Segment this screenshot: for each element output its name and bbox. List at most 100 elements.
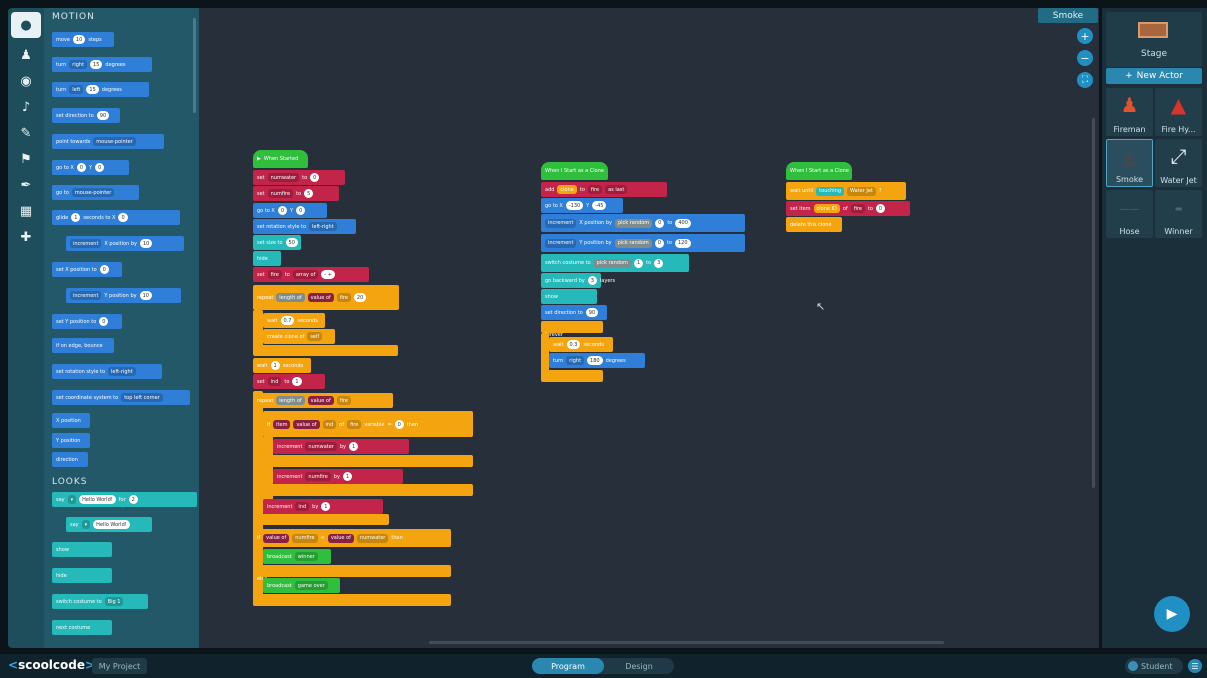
if-else <box>263 455 473 467</box>
actor-water-jet[interactable]: ⤢ Water Jet <box>1155 139 1202 187</box>
clone-hat-2[interactable]: When I Start as a Clone <box>786 162 852 180</box>
when-started-hat[interactable]: ▶ When Started <box>253 150 308 168</box>
hamburger-menu-icon[interactable]: ☰ <box>1188 659 1202 673</box>
repeat2-header[interactable]: repeat length of value of fire <box>253 393 393 408</box>
palette-block-bounce[interactable]: if on edge, bounce <box>52 338 114 353</box>
stage-label: Stage <box>1140 49 1167 59</box>
if-condition: if item value of ind of fire variable = 0 then <box>263 417 473 432</box>
repeat-header: repeat length of value of fire 20 <box>253 290 399 305</box>
palette-block-show[interactable]: show <box>52 542 112 557</box>
wait-0.3-block[interactable]: wait 0.3 seconds <box>549 337 613 352</box>
if-numfire-less-than-numwater[interactable]: if value of numfire < value of numwater then <box>253 529 451 547</box>
hide-block[interactable]: hide <box>253 251 281 266</box>
clone-hat-1[interactable]: When I Start as a Clone <box>541 162 608 180</box>
palette-block-say-for[interactable]: say ▾ Hello World! for 2 <box>52 492 197 507</box>
user-menu[interactable]: Student <box>1125 658 1183 674</box>
increment-x-random-block[interactable]: increment X position by pick random 0 to 400 <box>541 214 745 232</box>
workspace-vertical-scrollbar[interactable] <box>1092 118 1095 488</box>
delete-this-clone-block[interactable]: delete this clone <box>786 217 842 232</box>
storage-icon[interactable]: ▦ <box>8 198 44 224</box>
new-actor-button[interactable]: + New Actor <box>1106 68 1202 84</box>
palette-block-set-y[interactable]: set Y position to 0 <box>52 314 122 329</box>
switch-costume-random-block[interactable]: switch costume to pick random 1 to 3 <box>541 254 689 272</box>
create-clone-block[interactable]: create clone of self <box>263 329 335 344</box>
fireman-icon: ♟ <box>1120 93 1139 117</box>
project-name-field[interactable]: My Project <box>92 658 147 674</box>
forever-arm <box>541 333 549 373</box>
actor-fireman[interactable]: ♟ Fireman <box>1106 88 1153 136</box>
broadcast-winner-block[interactable]: broadcast winner <box>263 549 331 564</box>
palette-block-increment-x[interactable]: increment X position by 10 <box>66 236 184 251</box>
actor-fire-hydrant[interactable]: ▲ Fire Hy... <box>1155 88 1202 136</box>
show-block[interactable]: show <box>541 289 597 304</box>
actor-smoke[interactable]: ▲ Smoke <box>1106 139 1153 187</box>
set-ind-block[interactable]: set ind to 1 <box>253 374 325 389</box>
palette-block-turn-right[interactable]: turn right 15 degrees <box>52 57 152 72</box>
fit-screen-icon[interactable]: ⛶ <box>1077 72 1093 88</box>
go-backward-block[interactable]: go backward by 3 layers <box>541 273 615 288</box>
palette-block-go-to[interactable]: go to mouse-pointer <box>52 185 139 200</box>
eye-icon[interactable]: ◉ <box>8 68 44 94</box>
set-numwater-block[interactable]: set numwater to 0 <box>253 170 345 185</box>
set-rotation-style-block[interactable]: set rotation style to left-right <box>253 219 356 234</box>
palette-block-say[interactable]: say ▾ Hello World! <box>66 517 152 532</box>
increment-numwater-block[interactable]: increment numwater by 1 <box>273 439 409 454</box>
design-mode-tab[interactable]: Design <box>604 658 674 674</box>
increment-ind-block[interactable]: increment ind by 1 <box>263 499 383 514</box>
play-button[interactable]: ▶ <box>1154 596 1190 632</box>
mode-switch: Program Design <box>532 658 674 674</box>
forever-block[interactable]: forever <box>541 321 603 338</box>
looks-header: LOOKS <box>52 477 88 487</box>
palette-block-switch-costume[interactable]: switch costume to Big 1 <box>52 594 148 609</box>
palette-block-rotation-style[interactable]: set rotation style to left-right <box>52 364 162 379</box>
wait-block[interactable]: wait 0.7 seconds <box>263 313 325 328</box>
set-fire-array-block[interactable]: set fire to array of - + <box>253 267 369 282</box>
wait-until-touching-block[interactable]: wait until touching Water Jet? <box>786 182 906 200</box>
palette-icon[interactable]: ● <box>11 12 41 38</box>
increment-y-random-block[interactable]: increment Y position by pick random 0 to 120 <box>541 234 745 252</box>
go-to-xy-block[interactable]: go to X0Y0 <box>253 203 327 218</box>
turn-right-180-block[interactable]: turn right 180 degrees <box>549 353 645 368</box>
palette-block-glide[interactable]: glide 1 seconds to X0 <box>52 210 180 225</box>
scoolcode-logo[interactable]: <scoolcode> <box>8 658 95 672</box>
event-icon[interactable]: ⚑ <box>8 146 44 172</box>
palette-block-set-direction[interactable]: set direction to 90 <box>52 108 120 123</box>
plus-icon[interactable]: ✚ <box>8 224 44 250</box>
palette-block-coordinate-system[interactable]: set coordinate system to top left corner <box>52 390 190 405</box>
music-icon[interactable]: ♪ <box>8 94 44 120</box>
actors-panel: Stage + New Actor ♟ Fireman ▲ Fire Hy... … <box>1102 8 1207 648</box>
set-size-block[interactable]: set size to 50 <box>253 235 301 250</box>
palette-block-turn-left[interactable]: turn left 15 degrees <box>52 82 149 97</box>
palette-scrollbar[interactable] <box>193 18 196 113</box>
set-numfire-block[interactable]: set numfire to 5 <box>253 186 339 201</box>
go-to-xy-clone-block[interactable]: go to X -130 Y -45 <box>541 198 623 213</box>
palette-block-x-position[interactable]: X position <box>52 413 90 428</box>
workspace-horizontal-scrollbar[interactable] <box>429 641 944 644</box>
set-direction-clone-block[interactable]: set direction to 90 <box>541 305 607 320</box>
set-item-block[interactable]: set item clone ID of fire to 0 <box>786 201 910 216</box>
zoom-out-icon[interactable]: − <box>1077 50 1093 66</box>
add-clone-block[interactable]: add clone to fire as last <box>541 182 667 197</box>
palette-block-next-costume[interactable]: next costume <box>52 620 112 635</box>
broadcast-game-over-block[interactable]: broadcast game over <box>263 578 340 593</box>
wait-1-block[interactable]: wait 1 seconds <box>253 358 311 373</box>
palette-block-increment-y[interactable]: increment Y position by 10 <box>66 288 181 303</box>
palette-block-go-to-xy[interactable]: go to X0Y0 <box>52 160 129 175</box>
code-workspace[interactable]: ▶ When Started set numwater to 0 set numfire t… <box>199 8 1099 648</box>
increment-numfire-block[interactable]: increment numfire by 1 <box>273 469 403 484</box>
palette-block-point-towards[interactable]: point towards mouse-pointer <box>52 134 164 149</box>
zoom-in-icon[interactable]: + <box>1077 28 1093 44</box>
actor-icon[interactable]: ♟ <box>8 42 44 68</box>
else-label-bar: else <box>253 565 451 582</box>
stage-card[interactable]: Stage <box>1106 12 1202 67</box>
palette-block-hide[interactable]: hide <box>52 568 112 583</box>
actor-winner[interactable]: ▬ Winner <box>1155 190 1202 238</box>
pen-icon[interactable]: ✎ <box>8 120 44 146</box>
palette-block-y-position[interactable]: Y position <box>52 433 90 448</box>
palette-block-direction[interactable]: direction <box>52 452 88 467</box>
palette-block-set-x[interactable]: set X position to 0 <box>52 262 122 277</box>
palette-block-move[interactable]: move 10 steps <box>52 32 114 47</box>
program-mode-tab[interactable]: Program <box>532 658 604 674</box>
pencil-icon[interactable]: ✒ <box>8 172 44 198</box>
actor-hose[interactable]: —— Hose <box>1106 190 1153 238</box>
